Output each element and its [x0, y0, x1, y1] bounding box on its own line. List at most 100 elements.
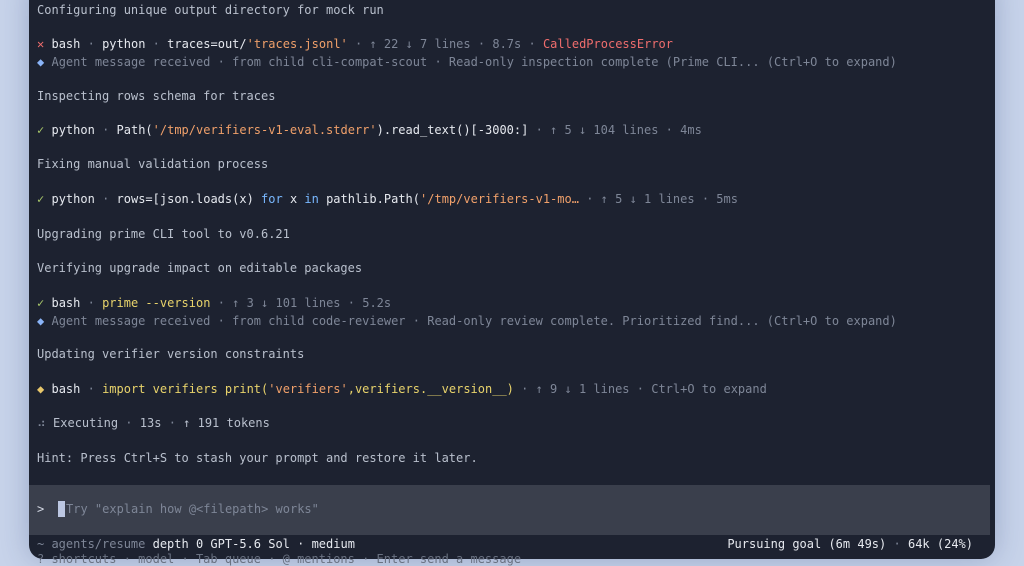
- tool-call-bash-traces[interactable]: ✕ bash · python · traces=out/'traces.jso…: [37, 36, 983, 52]
- text-cursor: [58, 501, 65, 517]
- status-depth: depth 0: [152, 537, 204, 551]
- separator: ·: [528, 37, 536, 51]
- line-delta: ↑ 5 ↓ 1 lines: [600, 192, 695, 206]
- log-heading-updating: Updating verifier version constraints: [37, 347, 305, 361]
- agent-message-icon: ◆: [37, 55, 45, 69]
- prompt-chevron-icon: >: [37, 502, 45, 516]
- log-heading-configuring: Configuring unique output directory for …: [37, 3, 384, 17]
- code-string: 'verifiers': [268, 382, 348, 396]
- line-delta: ↑ 3 ↓ 101 lines: [232, 296, 341, 310]
- error-label: CalledProcessError: [542, 37, 673, 51]
- tool-call-python-read-stderr[interactable]: ✓ python · Path('/tmp/verifiers-v1-eval.…: [37, 122, 983, 138]
- hint-text: Hint: Press Ctrl+S to stash your prompt …: [37, 451, 478, 465]
- code-text: x: [282, 192, 305, 206]
- log-heading-fixing: Fixing manual validation process: [37, 157, 269, 171]
- separator: ·: [217, 55, 225, 69]
- separator: ·: [152, 37, 160, 51]
- separator: ·: [217, 314, 225, 328]
- tool-name: bash: [51, 382, 81, 396]
- status-path: ~ agents/resume: [37, 537, 146, 551]
- success-icon: ✓: [37, 296, 45, 310]
- separator: ·: [434, 55, 442, 69]
- agent-message-code-reviewer[interactable]: ◆ Agent message received · from child co…: [37, 313, 983, 329]
- separator: ·: [125, 416, 133, 430]
- log-heading-inspecting: Inspecting rows schema for traces: [37, 89, 276, 103]
- separator: ·: [477, 37, 486, 51]
- code-text: Path(: [116, 123, 153, 137]
- tool-call-python-rows[interactable]: ✓ python · rows=[json.loads(x) for x in …: [37, 191, 983, 207]
- line-delta: ↑ 5 ↓ 104 lines: [550, 123, 659, 137]
- agent-summary: Read-only review complete. Prioritized f…: [427, 314, 760, 328]
- fail-icon: ✕: [37, 37, 45, 51]
- command-string: 'traces.jsonl': [246, 37, 348, 51]
- line-delta: ↑ 22 ↓ 7 lines: [369, 37, 471, 51]
- prompt-placeholder[interactable]: Try "explain how @<filepath> works": [66, 502, 319, 516]
- agent-source: from child cli-compat-scout: [232, 55, 428, 69]
- executing-status: ⠴ Executing · 13s · ↑ 191 tokens: [37, 415, 983, 431]
- code-string: '/tmp/verifiers-v1-eval.stderr': [152, 123, 377, 137]
- log-heading-verifying: Verifying upgrade impact on editable pac…: [37, 261, 363, 275]
- separator: ·: [102, 192, 110, 206]
- expand-hint: (Ctrl+O to expand): [766, 314, 897, 328]
- code-string: '/tmp/verifiers-v1-mo…: [420, 192, 579, 206]
- separator: ·: [665, 123, 673, 137]
- line-delta: ↑ 9 ↓ 1 lines: [535, 382, 630, 396]
- agent-message-text: Agent message received: [51, 314, 211, 328]
- code-keyword: for: [261, 192, 283, 206]
- separator: ·: [168, 416, 176, 430]
- separator: ·: [521, 382, 529, 396]
- status-model[interactable]: GPT-5.6 Sol · medium: [210, 537, 355, 551]
- terminal-window: Configuring unique output directory for …: [29, 0, 995, 559]
- tool-lang: python: [51, 123, 95, 137]
- duration: 5.2s: [362, 296, 392, 310]
- separator: ·: [893, 537, 901, 551]
- success-icon: ✓: [37, 123, 45, 137]
- separator: ·: [586, 192, 594, 206]
- separator: ·: [636, 382, 644, 396]
- separator: ·: [87, 382, 95, 396]
- duration: 8.7s: [492, 37, 522, 51]
- command-text: prime --version: [102, 296, 211, 310]
- tool-lang: python: [102, 37, 146, 51]
- code-text: import verifiers print(: [102, 382, 269, 396]
- status-goal: Pursuing goal (6m 49s): [727, 537, 887, 551]
- success-icon: ✓: [37, 192, 45, 206]
- prompt-input-box[interactable]: > Try "explain how @<filepath> works": [29, 485, 990, 535]
- agent-message-cli-compat-scout[interactable]: ◆ Agent message received · from child cl…: [37, 54, 983, 70]
- agent-summary: Read-only inspection complete (Prime CLI…: [448, 55, 760, 69]
- elapsed-time: 13s: [139, 416, 162, 430]
- separator: ·: [347, 296, 355, 310]
- code-text: ,verifiers.__version__): [347, 382, 514, 396]
- running-icon: ◆: [37, 382, 45, 396]
- separator: ·: [701, 192, 710, 206]
- tool-name: bash: [51, 37, 81, 51]
- separator: ·: [412, 314, 420, 328]
- code-text: pathlib.Path(: [318, 192, 421, 206]
- executing-label: Executing: [53, 416, 119, 430]
- code-text: ).read_text()[-3000:]: [376, 123, 529, 137]
- agent-message-text: Agent message received: [51, 55, 211, 69]
- expand-hint: Ctrl+O to expand: [651, 382, 767, 396]
- tool-name: bash: [51, 296, 81, 310]
- separator: ·: [87, 37, 95, 51]
- expand-hint: (Ctrl+O to expand): [766, 55, 897, 69]
- agent-source: from child code-reviewer: [232, 314, 406, 328]
- agent-message-icon: ◆: [37, 314, 45, 328]
- code-text: rows=[json.loads(x): [116, 192, 262, 206]
- command-text: traces=out/: [167, 37, 247, 51]
- separator: ·: [87, 296, 95, 310]
- separator: ·: [217, 296, 225, 310]
- token-count: ↑ 191 tokens: [183, 416, 270, 430]
- tool-call-bash-import-verifiers[interactable]: ◆ bash · import verifiers print('verifie…: [37, 381, 983, 397]
- code-keyword: in: [304, 192, 319, 206]
- separator: ·: [535, 123, 543, 137]
- status-context: 64k (24%): [907, 537, 973, 551]
- duration: 5ms: [716, 192, 738, 206]
- log-heading-upgrading: Upgrading prime CLI tool to v0.6.21: [37, 227, 290, 241]
- tool-call-bash-prime-version[interactable]: ✓ bash · prime --version · ↑ 3 ↓ 101 lin…: [37, 295, 983, 311]
- shortcut-hints: ? shortcuts · model · Tab queue · @ ment…: [37, 552, 522, 566]
- spinner-icon: ⠴: [37, 416, 46, 430]
- tool-lang: python: [51, 192, 95, 206]
- duration: 4ms: [680, 123, 702, 137]
- separator: ·: [102, 123, 110, 137]
